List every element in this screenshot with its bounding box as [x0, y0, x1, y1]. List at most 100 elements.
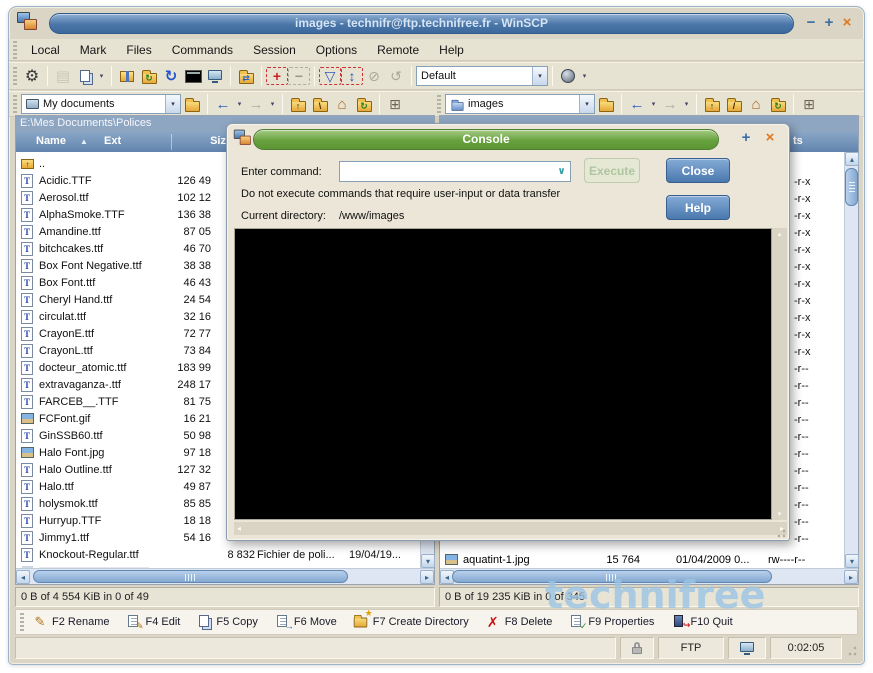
scroll-right-icon[interactable]: ▸: [420, 570, 434, 584]
remote-hscrollbar[interactable]: ◂ ▸: [440, 568, 858, 584]
scroll-left-icon[interactable]: ◂: [16, 570, 30, 584]
remote-forward-history-button[interactable]: ▾: [681, 93, 692, 115]
console-resize-grip[interactable]: [775, 527, 787, 539]
menu-mark[interactable]: Mark: [70, 40, 117, 60]
local-root-dir-button[interactable]: \: [309, 93, 331, 115]
scroll-down-icon[interactable]: ▾: [772, 510, 787, 518]
column-ext[interactable]: Ext: [104, 132, 121, 151]
session-log-button[interactable]: ▤: [52, 65, 74, 87]
lock-panel[interactable]: [620, 637, 654, 659]
remote-file-row[interactable]: aquatint-1.jpg 15 764 01/04/2009 0... rw…: [441, 552, 843, 569]
network-icon: [739, 641, 755, 655]
preferences-button[interactable]: ⚙: [21, 65, 43, 87]
console-close-action-button[interactable]: Close: [666, 158, 730, 183]
local-refresh-button[interactable]: ↻: [353, 93, 375, 115]
hscroll-thumb[interactable]: [452, 570, 772, 583]
command-input[interactable]: ∨: [339, 161, 571, 182]
local-hscrollbar[interactable]: ◂ ▸: [16, 568, 434, 584]
filter-button[interactable]: ▽: [319, 67, 341, 85]
invert-selection-button[interactable]: ↕: [341, 67, 363, 85]
transfer-settings-button[interactable]: [557, 65, 579, 87]
f6-move-button[interactable]: → F6 Move: [274, 614, 337, 631]
console-hscrollbar[interactable]: ◂ ▸: [234, 522, 787, 535]
menu-options[interactable]: Options: [306, 40, 367, 60]
scroll-up-icon[interactable]: ▴: [772, 230, 787, 238]
titlebar[interactable]: images - technifr@ftp.technifree.fr - Wi…: [9, 7, 864, 39]
local-address-select[interactable]: My documents ▾: [21, 94, 181, 114]
remote-tree-button[interactable]: ⊞: [798, 93, 820, 115]
network-button[interactable]: [204, 65, 226, 87]
vscroll-thumb[interactable]: [845, 168, 858, 206]
local-tree-button[interactable]: ⊞: [384, 93, 406, 115]
f4-edit-button[interactable]: ✎ F4 Edit: [125, 614, 180, 631]
local-home-button[interactable]: ⌂: [331, 93, 353, 115]
scroll-up-icon[interactable]: ▴: [845, 152, 859, 166]
menu-help[interactable]: Help: [429, 40, 474, 60]
hscroll-thumb[interactable]: [33, 570, 348, 583]
f9-properties-button[interactable]: ✓ F9 Properties: [568, 614, 654, 631]
maximize-button[interactable]: +: [820, 13, 838, 33]
synchronize-button[interactable]: ⇄: [235, 65, 257, 87]
console-output[interactable]: [234, 228, 772, 520]
column-size[interactable]: Siz: [210, 132, 226, 151]
remote-open-dir-button[interactable]: [595, 93, 617, 115]
local-parent-dir-button[interactable]: ↑: [287, 93, 309, 115]
scroll-right-icon[interactable]: ▸: [844, 570, 858, 584]
menu-files[interactable]: Files: [116, 40, 161, 60]
font-file-icon: T: [21, 327, 33, 341]
close-button[interactable]: ×: [838, 13, 856, 33]
local-back-button[interactable]: ←: [212, 93, 234, 115]
scroll-down-icon[interactable]: ▾: [845, 554, 859, 568]
remote-back-button[interactable]: ←: [626, 93, 648, 115]
console-button[interactable]: [182, 65, 204, 87]
duplicate-session-button[interactable]: [74, 65, 96, 87]
local-back-history-button[interactable]: ▾: [234, 93, 245, 115]
f5-copy-button[interactable]: F5 Copy: [196, 614, 258, 630]
transfer-preset-select[interactable]: Default ▾: [416, 66, 548, 86]
file-rights: -r-x: [794, 227, 811, 239]
remote-refresh-button[interactable]: ↻: [767, 93, 789, 115]
minimize-button[interactable]: −: [802, 13, 820, 33]
new-session-button[interactable]: [116, 65, 138, 87]
console-close-button[interactable]: ×: [761, 128, 779, 148]
menu-session[interactable]: Session: [243, 40, 306, 60]
local-forward-button[interactable]: →: [245, 93, 267, 115]
local-open-dir-button[interactable]: [181, 93, 203, 115]
remote-root-dir-button[interactable]: /: [723, 93, 745, 115]
resize-grip[interactable]: [846, 637, 858, 659]
reconnect-button[interactable]: ↻: [160, 65, 182, 87]
column-rights-tail[interactable]: ts: [793, 132, 803, 151]
duplicate-session-menu-button[interactable]: ▾: [96, 65, 107, 87]
help-button[interactable]: Help: [666, 195, 730, 220]
remote-forward-button[interactable]: →: [659, 93, 681, 115]
scroll-left-icon[interactable]: ◂: [237, 522, 241, 535]
f8-delete-button[interactable]: ✗ F8 Delete: [485, 614, 553, 631]
remote-back-history-button[interactable]: ▾: [648, 93, 659, 115]
local-forward-history-button[interactable]: ▾: [267, 93, 278, 115]
console-titlebar[interactable]: Console + ×: [227, 124, 789, 154]
synchronize-browsing-button[interactable]: ↻: [138, 65, 160, 87]
menu-commands[interactable]: Commands: [162, 40, 243, 60]
f7-create-directory-button[interactable]: ★ F7 Create Directory: [353, 608, 469, 631]
scroll-down-icon[interactable]: ▾: [421, 554, 435, 568]
select-files-button[interactable]: +: [266, 67, 288, 85]
network-panel[interactable]: [728, 637, 766, 659]
remote-home-button[interactable]: ⌂: [745, 93, 767, 115]
column-name[interactable]: Name: [36, 132, 66, 151]
f10-quit-button[interactable]: ↪ F10 Quit: [670, 614, 733, 630]
clear-selection-button[interactable]: ⊘: [363, 65, 385, 87]
remote-address-select[interactable]: images ▾: [445, 94, 595, 114]
restore-selection-button[interactable]: ↺: [385, 65, 407, 87]
remote-parent-dir-button[interactable]: ↑: [701, 93, 723, 115]
menu-remote[interactable]: Remote: [367, 40, 429, 60]
unselect-files-button[interactable]: −: [288, 67, 310, 85]
protocol-panel[interactable]: FTP: [658, 637, 724, 659]
transfer-settings-menu-button[interactable]: ▾: [579, 65, 590, 87]
execute-button[interactable]: Execute: [584, 158, 640, 183]
console-vscrollbar[interactable]: ▴ ▾: [772, 228, 787, 520]
file-row[interactable]: T Knockout-Regular.ttf 8 832 Fichier de pol…: [17, 547, 419, 564]
menu-local[interactable]: Local: [21, 40, 70, 60]
remote-vscrollbar[interactable]: ▴ ▾: [844, 152, 859, 568]
f2-rename-button[interactable]: ✎ F2 Rename: [32, 614, 110, 630]
console-maximize-button[interactable]: +: [737, 128, 755, 148]
